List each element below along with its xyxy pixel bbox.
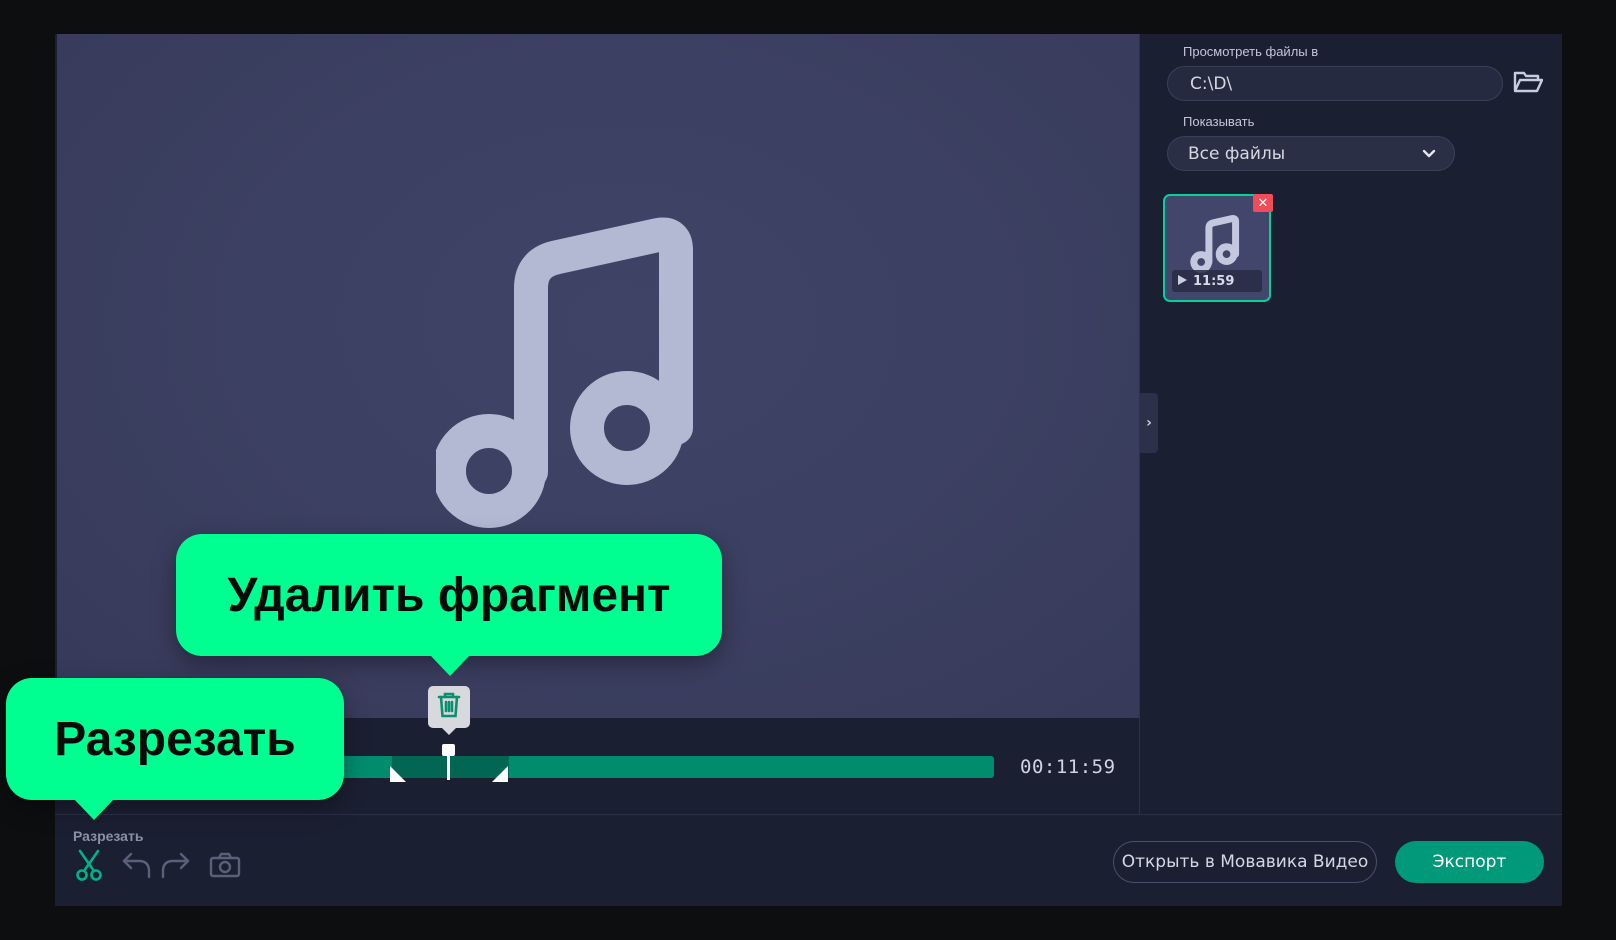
export-button[interactable]: Экспорт — [1395, 841, 1544, 883]
chevron-down-icon — [1422, 146, 1436, 166]
callout-cut: Разрезать — [6, 678, 344, 820]
folder-icon — [1513, 70, 1544, 98]
open-folder-button[interactable] — [1512, 70, 1544, 98]
playhead-handle[interactable] — [442, 744, 455, 756]
camera-icon — [209, 851, 241, 883]
path-field[interactable]: C:\D\ — [1167, 66, 1503, 101]
thumbnail-duration: 11:59 — [1193, 273, 1235, 289]
scissors-icon — [74, 849, 104, 885]
music-note-icon — [432, 210, 714, 536]
play-icon — [1178, 274, 1187, 289]
collapse-sidebar-button[interactable]: › — [1140, 393, 1158, 453]
fragment-end-marker[interactable] — [492, 766, 508, 782]
browse-files-label: Просмотреть файлы в — [1183, 44, 1319, 59]
redo-icon — [159, 850, 191, 884]
redo-button[interactable] — [158, 850, 192, 884]
close-icon: ✕ — [1257, 195, 1269, 211]
file-filter-select[interactable]: Все файлы — [1167, 136, 1455, 171]
show-label: Показывать — [1183, 114, 1255, 129]
fragment-start-marker[interactable] — [390, 766, 406, 782]
undo-button[interactable] — [120, 850, 154, 884]
total-duration: 00:11:59 — [1020, 756, 1116, 778]
music-note-icon — [1189, 214, 1245, 278]
callout-delete-fragment: Удалить фрагмент — [176, 534, 722, 676]
snapshot-button[interactable] — [208, 850, 242, 884]
cut-button[interactable] — [72, 849, 106, 885]
file-filter-value: Все файлы — [1188, 143, 1286, 164]
toolbar-divider — [55, 814, 1562, 815]
cut-tool-label: Разрезать — [73, 828, 144, 844]
open-in-movavi-button[interactable]: Открыть в Мовавика Видео — [1113, 841, 1377, 883]
trash-icon — [436, 691, 462, 723]
chevron-right-icon: › — [1146, 415, 1152, 431]
thumbnail-duration-bar: 11:59 — [1172, 270, 1262, 292]
delete-fragment-button[interactable] — [428, 686, 470, 735]
remove-thumbnail-button[interactable]: ✕ — [1253, 194, 1273, 212]
undo-icon — [121, 850, 153, 884]
